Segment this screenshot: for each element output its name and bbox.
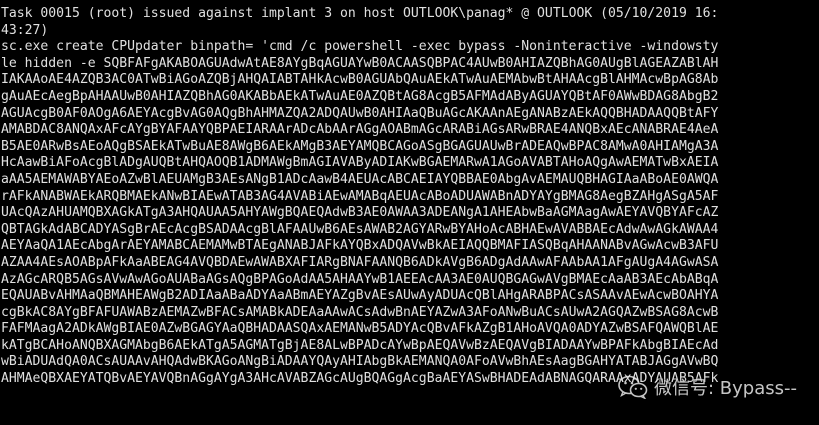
terminal-line-11: aAA5AEMAWABYAEoAZwBlAEUAMgB3AEsANgB1ADcA… (1, 171, 719, 187)
terminal-line-1: Task 00015 (root) issued against implant… (1, 6, 719, 21)
terminal-line-13: UAcQAzAHUAMQBXAGkATgA3AHQAUAA5AHYAWgBQAE… (1, 205, 719, 221)
terminal-line-22: wBiADUAdQA0ACsAUAAvAHQAdwBKAGoANgBiADAAY… (1, 354, 719, 370)
terminal-line-8: AMABDAC8ANQAxAFcAYgBYAFAAYQBPAEIARAArADc… (1, 122, 719, 138)
terminal-line-7: AGUAcgB0AF0AOgA6AEYAcgBvAG0AQgBhAHMAZQA2… (1, 105, 719, 121)
terminal-line-5: IAKAAoAE4AZQB3AC0ATwBiAGoAZQBjAHQAIABTAH… (1, 72, 719, 88)
terminal-line-17: AzAGcARQB5AGsAVwAwAGoAUABaAGsAQgBPAGoAdA… (1, 271, 719, 287)
terminal-line-21: kATgBCAHoANQBXAGMAbgB6AEkATgA5AGMATgBjAE… (1, 337, 719, 353)
terminal-line-14: QBTAGkAdABCADYASgBrAEcAcgBSADAAcgBlAFAAU… (1, 221, 719, 237)
terminal-line-18: EQAUABvAHMAaQBMAHEAWgB2ADIAaABaADYAaABmA… (1, 288, 719, 304)
terminal-line-6: gAuAEcAegBpAHAAUwB0AHIAZQBhAG0AKABbAEkAT… (1, 88, 719, 104)
terminal-line-15: AEYAaQA1AEcAbgArAEYAMABCAEMAMwBTAEgANABJ… (1, 238, 719, 254)
terminal-line-19: cgBkAC8AYgBFAFUAWABzAEMAZwBFACsAMABkADEA… (1, 304, 719, 320)
terminal-line-2: 43:27) (1, 22, 49, 38)
watermark-text: 微信号: Bypass-- (654, 378, 797, 399)
terminal-line-16: AZAA4AEsAOABpAFkAaABEAG4AVQBDAEwAWABXAFI… (1, 254, 719, 270)
terminal-line-3: sc.exe create CPUpdater binpath= 'cmd /c… (1, 39, 719, 55)
wechat-watermark: 微信号: Bypass-- (618, 374, 797, 400)
terminal-line-4: le hidden -e SQBFAFgAKABOAGUAdwAtAE8AYgB… (1, 55, 719, 71)
terminal-window[interactable]: Task 00015 (root) issued against implant… (0, 0, 819, 425)
wechat-icon (618, 375, 648, 399)
terminal-line-10: HcAawBiAFoAcgBlADgAUQBtAHQAOQB1ADMAWgBmA… (1, 155, 719, 171)
terminal-output: Task 00015 (root) issued against implant… (1, 6, 819, 404)
terminal-line-12: rAFkANABWAEkARQBMAEkANwBIAEwATAB3AG4AVAB… (1, 188, 719, 204)
terminal-line-20: FAFMAagA2ADkAWgBIAE0AZwBGAGYAaQBHADAASQA… (1, 321, 719, 337)
terminal-line-9: B5AE0ARwBsAEoAQgBSAEkATwBuAE8AWgB6AEkAMg… (1, 138, 719, 154)
